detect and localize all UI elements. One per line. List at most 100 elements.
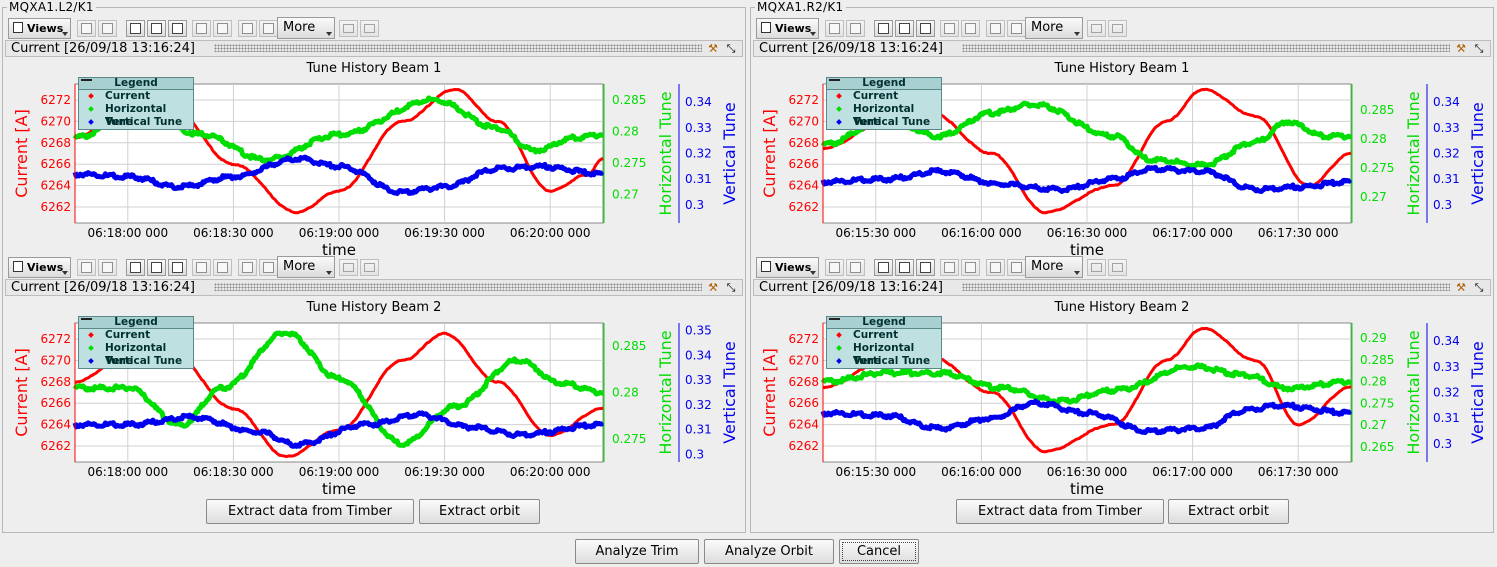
extract-timber-button[interactable]: Extract data from Timber bbox=[206, 499, 414, 524]
more-button[interactable]: More bbox=[277, 17, 335, 39]
extract-timber-button[interactable]: Extract data from Timber bbox=[956, 499, 1164, 524]
views-button[interactable]: Views bbox=[8, 18, 71, 39]
y-tick-label-current: 6264 bbox=[788, 418, 819, 432]
split-horizontal-button[interactable] bbox=[895, 20, 914, 37]
more-button[interactable]: More bbox=[1025, 256, 1083, 278]
print-button[interactable] bbox=[1108, 259, 1127, 276]
split-horizontal-button[interactable] bbox=[147, 259, 166, 276]
drag-handle[interactable] bbox=[962, 44, 1450, 52]
remove-chart-button[interactable] bbox=[213, 20, 232, 37]
tile-layout-button[interactable] bbox=[846, 20, 865, 37]
add-chart-button[interactable] bbox=[192, 20, 211, 37]
table-view-button[interactable] bbox=[1007, 259, 1026, 276]
zoom-tool-icon[interactable]: ⚒ bbox=[1454, 281, 1468, 294]
export-button[interactable] bbox=[1087, 259, 1106, 276]
single-view-button[interactable] bbox=[986, 20, 1005, 37]
grid-2x2-button[interactable] bbox=[168, 259, 187, 276]
more-button[interactable]: More bbox=[277, 256, 335, 278]
remove-chart-button[interactable] bbox=[961, 20, 980, 37]
y-axis-title-vertical: Vertical Tune bbox=[1468, 102, 1487, 204]
zoom-tool-icon[interactable]: ⚒ bbox=[706, 281, 720, 294]
grid-2x2-button[interactable] bbox=[916, 259, 935, 276]
fit-view-icon[interactable]: ⤡ bbox=[724, 281, 738, 294]
chart-legend[interactable]: Legend Current Horizontal Tune Vertical Tun… bbox=[78, 77, 194, 130]
group-title: MQXA1.L2/K1 bbox=[7, 0, 96, 14]
legend-collapse-icon[interactable] bbox=[829, 318, 840, 328]
views-button[interactable]: Views bbox=[8, 257, 71, 278]
tile-layout-button[interactable] bbox=[98, 259, 117, 276]
tile-layout-button[interactable] bbox=[846, 259, 865, 276]
analyze-trim-button[interactable]: Analyze Trim bbox=[575, 539, 699, 564]
drag-handle[interactable] bbox=[214, 283, 702, 291]
chart-legend[interactable]: Legend Current Horizontal Tune Vertical Tun… bbox=[826, 77, 942, 130]
legend-item-label: Vertical Tune bbox=[853, 355, 931, 367]
chart-area[interactable]: 6262 6264 6266 6268 6270 6272 Current [A] 0.27 0… bbox=[5, 57, 743, 255]
legend-collapse-icon[interactable] bbox=[829, 79, 840, 89]
single-view-icon bbox=[990, 23, 1001, 34]
add-chart-button[interactable] bbox=[192, 259, 211, 276]
split-vertical-button[interactable] bbox=[126, 20, 145, 37]
drag-handle[interactable] bbox=[962, 283, 1450, 291]
table-view-button[interactable] bbox=[259, 20, 278, 37]
grid-layout-button[interactable] bbox=[825, 20, 844, 37]
single-view-button[interactable] bbox=[238, 20, 257, 37]
chart-status-label: Current [26/09/18 13:16:24] bbox=[11, 41, 196, 56]
fit-view-icon[interactable]: ⤡ bbox=[724, 42, 738, 55]
cancel-button[interactable]: Cancel bbox=[839, 539, 919, 564]
legend-marker-icon bbox=[88, 106, 94, 112]
single-view-button[interactable] bbox=[238, 259, 257, 276]
views-button[interactable]: Views bbox=[756, 257, 819, 278]
print-button[interactable] bbox=[360, 259, 379, 276]
views-button[interactable]: Views bbox=[756, 18, 819, 39]
chart-area[interactable]: 6262 6264 6266 6268 6270 6272 Current [A] 0.275… bbox=[5, 296, 743, 494]
tile-layout-button[interactable] bbox=[98, 20, 117, 37]
legend-collapse-icon[interactable] bbox=[81, 318, 92, 328]
grid-2x2-button[interactable] bbox=[916, 20, 935, 37]
chart-legend[interactable]: Legend Current Horizontal Tune Vertical Tun… bbox=[826, 316, 942, 369]
export-button[interactable] bbox=[339, 259, 358, 276]
table-view-button[interactable] bbox=[1007, 20, 1026, 37]
plot-panel-l2-beam2: Views More Current [26/09/18 13:16:24] ⚒ ⤡… bbox=[5, 255, 743, 494]
print-button[interactable] bbox=[1108, 20, 1127, 37]
table-view-button[interactable] bbox=[259, 259, 278, 276]
zoom-tool-icon[interactable]: ⚒ bbox=[1454, 42, 1468, 55]
x-tick-label: 06:19:00 000 bbox=[299, 465, 380, 479]
y-tick-label-vertical: 0.3 bbox=[1433, 437, 1452, 451]
split-vertical-button[interactable] bbox=[874, 20, 893, 37]
add-chart-button[interactable] bbox=[940, 259, 959, 276]
fit-view-icon[interactable]: ⤡ bbox=[1472, 42, 1486, 55]
zoom-tool-icon[interactable]: ⚒ bbox=[706, 42, 720, 55]
print-button[interactable] bbox=[360, 20, 379, 37]
y-tick-label-current: 6266 bbox=[40, 396, 71, 410]
fit-view-icon[interactable]: ⤡ bbox=[1472, 281, 1486, 294]
split-vertical-button[interactable] bbox=[126, 259, 145, 276]
remove-chart-button[interactable] bbox=[961, 259, 980, 276]
chart-legend[interactable]: Legend Current Horizontal Tune Vertical Tun… bbox=[78, 316, 194, 369]
more-button[interactable]: More bbox=[1025, 17, 1083, 39]
y-tick-label-horizontal: 0.275 bbox=[612, 156, 646, 170]
remove-chart-button[interactable] bbox=[213, 259, 232, 276]
split-horizontal-icon bbox=[151, 23, 162, 34]
split-vertical-button[interactable] bbox=[874, 259, 893, 276]
y-axis-title-current: Current [A] bbox=[760, 109, 779, 198]
grid-2x2-button[interactable] bbox=[168, 20, 187, 37]
y-axis-title-horizontal: Horizontal Tune bbox=[656, 330, 675, 454]
x-tick-label: 06:18:00 000 bbox=[87, 465, 168, 479]
extract-orbit-button[interactable]: Extract orbit bbox=[419, 499, 540, 524]
plot-toolbar: Views More bbox=[5, 16, 743, 40]
single-view-button[interactable] bbox=[986, 259, 1005, 276]
grid-layout-button[interactable] bbox=[825, 259, 844, 276]
split-horizontal-button[interactable] bbox=[895, 259, 914, 276]
add-chart-button[interactable] bbox=[940, 20, 959, 37]
export-button[interactable] bbox=[339, 20, 358, 37]
grid-layout-button[interactable] bbox=[77, 259, 96, 276]
chart-area[interactable]: 6262 6264 6266 6268 6270 6272 Current [A] 0.265… bbox=[753, 296, 1491, 494]
export-button[interactable] bbox=[1087, 20, 1106, 37]
chart-area[interactable]: 6262 6264 6266 6268 6270 6272 Current [A] 0.27 0… bbox=[753, 57, 1491, 255]
extract-orbit-button[interactable]: Extract orbit bbox=[1168, 499, 1289, 524]
drag-handle[interactable] bbox=[214, 44, 702, 52]
split-horizontal-button[interactable] bbox=[147, 20, 166, 37]
grid-layout-button[interactable] bbox=[77, 20, 96, 37]
legend-collapse-icon[interactable] bbox=[81, 79, 92, 89]
analyze-orbit-button[interactable]: Analyze Orbit bbox=[704, 539, 834, 564]
